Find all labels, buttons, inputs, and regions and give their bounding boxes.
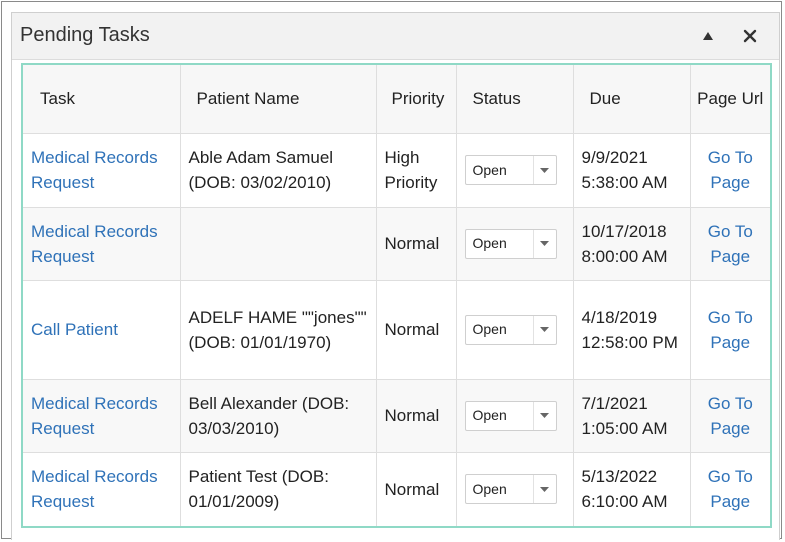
status-cell: Open: [456, 280, 574, 380]
page-url-cell: Go To Page: [690, 280, 770, 380]
close-button[interactable]: [736, 22, 764, 50]
status-select[interactable]: Open: [464, 228, 557, 259]
status-cell: Open: [456, 452, 574, 526]
table-row: Call Patient ADELF HAME ""jones"" (DOB: …: [23, 280, 770, 380]
priority-cell: Normal: [376, 452, 457, 526]
go-to-page-link[interactable]: Go To Page: [708, 308, 753, 352]
status-select[interactable]: Open: [464, 400, 557, 431]
task-cell: Medical Records Request: [23, 452, 181, 526]
due-cell: 10/17/2018 8:00:00 AM: [573, 207, 691, 281]
task-link[interactable]: Call Patient: [31, 320, 118, 339]
panel-title: Pending Tasks: [20, 24, 150, 46]
priority-cell: Normal: [376, 280, 457, 380]
column-header-task[interactable]: Task: [23, 65, 181, 134]
dropdown-arrow-icon: [532, 475, 556, 503]
task-cell: Medical Records Request: [23, 379, 181, 453]
go-to-page-link[interactable]: Go To Page: [708, 222, 753, 266]
task-link[interactable]: Medical Records Request: [31, 467, 158, 511]
table-header-row: Task Patient Name Priority Status Due Pa…: [23, 65, 770, 134]
status-select-value: Open: [472, 321, 507, 337]
dropdown-arrow-icon: [532, 315, 556, 344]
table-row: Medical Records Request Normal Open 10/1…: [23, 207, 770, 281]
task-cell: Medical Records Request: [23, 207, 181, 281]
patient-name-cell: Able Adam Samuel (DOB: 03/02/2010): [180, 133, 377, 208]
status-cell: Open: [456, 207, 574, 281]
patient-name-cell: Patient Test (DOB: 01/01/2009): [180, 452, 377, 526]
column-header-page-url[interactable]: Page Url: [690, 65, 770, 134]
status-select-value: Open: [472, 480, 507, 497]
column-header-priority[interactable]: Priority: [376, 65, 457, 134]
task-cell: Call Patient: [23, 280, 181, 380]
panel-header: Pending Tasks: [12, 13, 779, 60]
window-frame: Pending Tasks Task Patient Name Priority…: [1, 1, 782, 540]
page-url-cell: Go To Page: [690, 379, 770, 453]
patient-name-cell: ADELF HAME ""jones"" (DOB: 01/01/1970): [180, 280, 377, 380]
collapse-button[interactable]: [694, 22, 722, 50]
triangle-up-icon: [703, 32, 713, 40]
due-cell: 4/18/2019 12:58:00 PM: [573, 280, 691, 380]
dropdown-arrow-icon: [532, 229, 556, 258]
column-header-patient-name[interactable]: Patient Name: [180, 65, 377, 134]
due-cell: 9/9/2021 5:38:00 AM: [573, 133, 691, 208]
patient-name-cell: [180, 207, 377, 281]
task-link[interactable]: Medical Records Request: [31, 394, 158, 438]
status-select-value: Open: [472, 407, 507, 423]
table-row: Medical Records Request Patient Test (DO…: [23, 452, 770, 526]
status-select-value: Open: [472, 161, 507, 178]
page-url-cell: Go To Page: [690, 207, 770, 281]
table-row: Medical Records Request Bell Alexander (…: [23, 379, 770, 453]
dropdown-arrow-icon: [532, 156, 556, 184]
column-header-due[interactable]: Due: [573, 65, 691, 134]
close-icon: [743, 29, 757, 43]
status-select[interactable]: Open: [464, 155, 557, 185]
table-row: Medical Records Request Able Adam Samuel…: [23, 133, 770, 208]
status-select[interactable]: Open: [464, 474, 557, 504]
due-cell: 5/13/2022 6:10:00 AM: [573, 452, 691, 526]
task-link[interactable]: Medical Records Request: [31, 222, 158, 266]
status-select[interactable]: Open: [464, 314, 557, 345]
go-to-page-link[interactable]: Go To Page: [708, 467, 753, 511]
task-link[interactable]: Medical Records Request: [31, 148, 158, 192]
page-url-cell: Go To Page: [690, 452, 770, 526]
task-cell: Medical Records Request: [23, 133, 181, 208]
tasks-table: Task Patient Name Priority Status Due Pa…: [23, 65, 770, 526]
column-header-status[interactable]: Status: [456, 65, 574, 134]
priority-cell: High Priority: [376, 133, 457, 208]
pending-tasks-panel: Pending Tasks Task Patient Name Priority…: [11, 12, 780, 540]
go-to-page-link[interactable]: Go To Page: [708, 394, 753, 438]
due-cell: 7/1/2021 1:05:00 AM: [573, 379, 691, 453]
status-cell: Open: [456, 379, 574, 453]
patient-name-cell: Bell Alexander (DOB: 03/03/2010): [180, 379, 377, 453]
go-to-page-link[interactable]: Go To Page: [708, 148, 753, 192]
tasks-grid: Task Patient Name Priority Status Due Pa…: [21, 63, 772, 528]
status-cell: Open: [456, 133, 574, 208]
status-select-value: Open: [472, 235, 507, 251]
page-url-cell: Go To Page: [690, 133, 770, 208]
dropdown-arrow-icon: [532, 401, 556, 430]
priority-cell: Normal: [376, 207, 457, 281]
priority-cell: Normal: [376, 379, 457, 453]
